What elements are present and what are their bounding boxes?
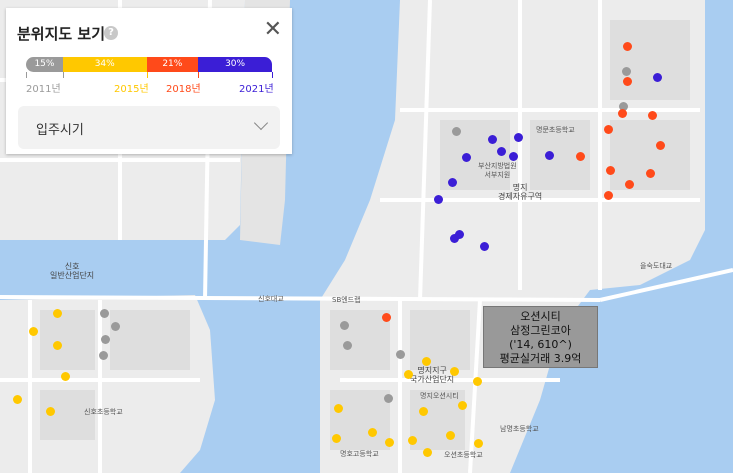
apartment-marker[interactable] xyxy=(479,241,489,251)
apartment-marker[interactable] xyxy=(472,376,482,386)
map-label: 명호고등학교 xyxy=(340,450,379,458)
apartment-marker[interactable] xyxy=(447,177,457,187)
apartment-marker[interactable] xyxy=(421,356,431,366)
segment-2011: 15% xyxy=(26,57,63,72)
tooltip-line: 오션시티 xyxy=(520,310,561,323)
apartment-marker[interactable] xyxy=(384,437,394,447)
apartment-marker[interactable] xyxy=(605,165,615,175)
apartment-marker[interactable] xyxy=(449,366,459,376)
apartment-marker[interactable] xyxy=(461,152,471,162)
question-circle-icon[interactable]: ? xyxy=(104,26,118,40)
apartment-marker[interactable] xyxy=(645,168,655,178)
distribution-map-panel: 분위지도 보기 ? ✕ 15% 34% 21% 30% 2011년 2015년 … xyxy=(6,8,292,154)
segment-2018: 21% xyxy=(146,57,199,72)
apartment-marker[interactable] xyxy=(99,308,109,318)
apartment-marker[interactable] xyxy=(575,151,585,161)
map-label: 명지 경제자유구역 xyxy=(498,183,543,201)
map-label: 부산지방법원 서부지원 xyxy=(478,162,517,179)
apartment-marker[interactable] xyxy=(331,433,341,443)
apartment-marker[interactable] xyxy=(451,126,461,136)
map-label: 오션초등학교 xyxy=(444,451,483,459)
bar-tick xyxy=(198,72,200,78)
apartment-marker[interactable] xyxy=(603,124,613,134)
map-label: SB엔드랩 xyxy=(332,296,361,304)
tooltip-line: 평균실거래 3.9억 xyxy=(499,352,582,365)
apartment-marker[interactable] xyxy=(100,334,110,344)
apartment-marker[interactable] xyxy=(342,340,352,350)
map-label: 남명초등학교 xyxy=(500,425,539,433)
apartment-marker[interactable] xyxy=(28,326,38,336)
map-label: 명지지구 국가산업단지 xyxy=(410,366,455,384)
apartment-marker[interactable] xyxy=(513,132,523,142)
apartment-marker[interactable] xyxy=(457,400,467,410)
apartment-marker[interactable] xyxy=(454,229,464,239)
map-label: 을숙도대교 xyxy=(640,262,673,270)
apartment-marker[interactable] xyxy=(487,134,497,144)
apartment-marker[interactable] xyxy=(110,321,120,331)
bar-tick xyxy=(62,72,64,78)
apartment-marker[interactable] xyxy=(652,72,662,82)
apartment-marker[interactable] xyxy=(622,41,632,51)
move-in-period-select[interactable]: 입주시기 xyxy=(18,106,280,149)
map-label: 신호대교 xyxy=(258,295,284,303)
year-label: 2018년 xyxy=(166,84,201,95)
year-label: 2011년 xyxy=(26,84,61,95)
map-label: 명지오션시티 xyxy=(420,392,459,400)
apartment-marker[interactable] xyxy=(544,150,554,160)
apartment-marker[interactable] xyxy=(621,66,631,76)
map-label: 신호초등학교 xyxy=(84,408,123,416)
apartment-marker[interactable] xyxy=(98,350,108,360)
apartment-marker[interactable] xyxy=(395,349,405,359)
map-label: 명문초등학교 xyxy=(536,126,575,134)
segment-2021: 30% xyxy=(198,57,272,72)
apartment-marker[interactable] xyxy=(422,447,432,457)
apartment-marker[interactable] xyxy=(12,394,22,404)
apartment-marker[interactable] xyxy=(445,430,455,440)
apartment-marker[interactable] xyxy=(617,108,627,118)
apartment-marker[interactable] xyxy=(367,427,377,437)
close-icon[interactable]: ✕ xyxy=(264,19,282,41)
apartment-marker[interactable] xyxy=(52,308,62,318)
apartment-marker[interactable] xyxy=(496,146,506,156)
apartment-marker[interactable] xyxy=(655,140,665,150)
tooltip-line: 삼정그린코아 xyxy=(510,324,571,337)
apartment-marker[interactable] xyxy=(403,369,413,379)
segment-2015: 34% xyxy=(62,57,147,72)
map-label: 신호 일반산업단지 xyxy=(50,262,95,280)
select-value: 입주시기 xyxy=(36,123,84,138)
distribution-bar: 15% 34% 21% 30% xyxy=(26,57,272,72)
apartment-marker[interactable] xyxy=(339,320,349,330)
bar-tick xyxy=(272,72,273,78)
apartment-marker[interactable] xyxy=(333,403,343,413)
apartment-marker[interactable] xyxy=(622,76,632,86)
apartment-marker[interactable] xyxy=(418,406,428,416)
apartment-marker[interactable] xyxy=(603,190,613,200)
bar-tick xyxy=(26,72,27,78)
apartment-tooltip: 오션시티 삼정그린코아 ('14, 610^) 평균실거래 3.9억 xyxy=(483,306,598,368)
apartment-marker[interactable] xyxy=(473,438,483,448)
apartment-marker[interactable] xyxy=(508,151,518,161)
apartment-marker[interactable] xyxy=(647,110,657,120)
apartment-marker[interactable] xyxy=(433,194,443,204)
panel-title: 분위지도 보기 xyxy=(17,25,106,43)
apartment-marker[interactable] xyxy=(407,435,417,445)
tooltip-line: ('14, 610^) xyxy=(509,338,572,351)
year-label: 2015년 xyxy=(114,84,149,95)
apartment-marker[interactable] xyxy=(383,393,393,403)
apartment-marker[interactable] xyxy=(624,179,634,189)
apartment-marker[interactable] xyxy=(45,406,55,416)
apartment-marker[interactable] xyxy=(381,312,391,322)
chevron-down-icon xyxy=(253,115,269,131)
year-label: 2021년 xyxy=(239,84,274,95)
bar-tick xyxy=(146,72,148,78)
apartment-marker[interactable] xyxy=(52,340,62,350)
apartment-marker[interactable] xyxy=(60,371,70,381)
